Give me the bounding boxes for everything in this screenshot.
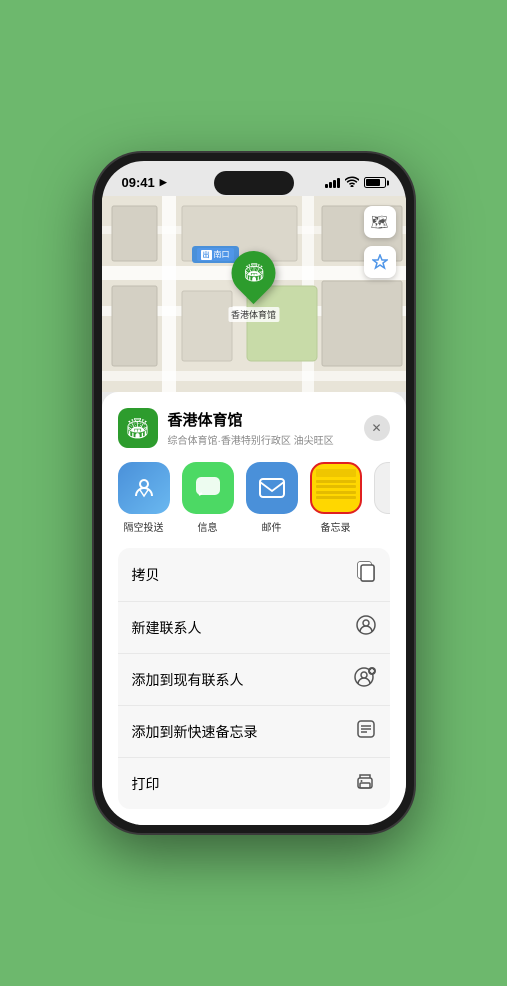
venue-name: 香港体育馆 — [168, 409, 354, 430]
map-location-button[interactable] — [364, 246, 396, 278]
phone-frame: 09:41 ▶ — [94, 153, 414, 833]
status-time: 09:41 ▶ — [122, 175, 167, 190]
signal-bar-4 — [337, 178, 340, 188]
share-item-mail[interactable]: 邮件 — [246, 462, 298, 534]
airdrop-label: 隔空投送 — [124, 519, 164, 534]
wifi-icon — [345, 176, 359, 190]
action-copy-label: 拷贝 — [132, 565, 160, 585]
pin-inner-icon: 🏟 — [242, 263, 265, 284]
battery-icon — [364, 177, 386, 188]
signal-bar-3 — [333, 180, 336, 188]
time-display: 09:41 — [122, 175, 155, 190]
action-print[interactable]: 打印 — [118, 758, 390, 809]
location-icon: ▶ — [160, 177, 167, 188]
signal-bars — [325, 178, 340, 188]
action-add-existing[interactable]: 添加到现有联系人 — [118, 654, 390, 706]
phone-screen: 09:41 ▶ — [102, 161, 406, 825]
venue-header: 🏟 香港体育馆 综合体育馆·香港特别行政区 油尖旺区 ✕ — [118, 408, 390, 448]
action-list: 拷贝 新建联系人 — [118, 548, 390, 809]
map-area[interactable]: 出 南口 🏟 香港体育馆 🗺 — [102, 196, 406, 392]
notes-icon — [310, 462, 362, 514]
messages-label: 信息 — [198, 519, 218, 534]
close-icon: ✕ — [371, 421, 381, 435]
map-layers-button[interactable]: 🗺 — [364, 206, 396, 238]
action-quick-note-label: 添加到新快速备忘录 — [132, 722, 258, 742]
quick-note-icon — [356, 719, 376, 744]
print-icon — [354, 771, 376, 796]
close-button[interactable]: ✕ — [364, 415, 390, 441]
action-copy[interactable]: 拷贝 — [118, 548, 390, 602]
pin-icon: 🏟 — [222, 242, 284, 304]
signal-bar-2 — [329, 182, 332, 188]
battery-fill — [366, 179, 380, 186]
dynamic-island — [214, 171, 294, 195]
notes-label: 备忘录 — [321, 519, 351, 534]
venue-subtitle: 综合体育馆·香港特别行政区 油尖旺区 — [168, 432, 354, 447]
venue-icon: 🏟 — [118, 408, 158, 448]
pin-label: 香港体育馆 — [228, 307, 279, 322]
bottom-sheet: 🏟 香港体育馆 综合体育馆·香港特别行政区 油尖旺区 ✕ — [102, 392, 406, 825]
action-quick-note[interactable]: 添加到新快速备忘录 — [118, 706, 390, 758]
action-new-contact-label: 新建联系人 — [132, 618, 202, 638]
mail-icon — [246, 462, 298, 514]
share-row: 隔空投送 信息 — [118, 462, 390, 534]
messages-icon — [182, 462, 234, 514]
map-background: 出 南口 🏟 香港体育馆 🗺 — [102, 196, 406, 392]
new-contact-icon — [356, 615, 376, 640]
add-contact-icon — [354, 667, 376, 692]
share-item-messages[interactable]: 信息 — [182, 462, 234, 534]
airdrop-icon — [118, 462, 170, 514]
copy-icon — [356, 561, 376, 588]
share-item-notes[interactable]: 备忘录 — [310, 462, 362, 534]
mail-label: 邮件 — [262, 519, 282, 534]
more-icon — [374, 462, 390, 514]
location-pin: 🏟 香港体育馆 — [228, 251, 279, 322]
status-icons — [325, 176, 386, 190]
signal-bar-1 — [325, 184, 328, 188]
share-item-airdrop[interactable]: 隔空投送 — [118, 462, 170, 534]
share-item-more[interactable]: 提 — [374, 462, 390, 534]
venue-info: 香港体育馆 综合体育馆·香港特别行政区 油尖旺区 — [168, 409, 354, 447]
action-print-label: 打印 — [132, 774, 160, 794]
action-new-contact[interactable]: 新建联系人 — [118, 602, 390, 654]
action-add-existing-label: 添加到现有联系人 — [132, 670, 244, 690]
